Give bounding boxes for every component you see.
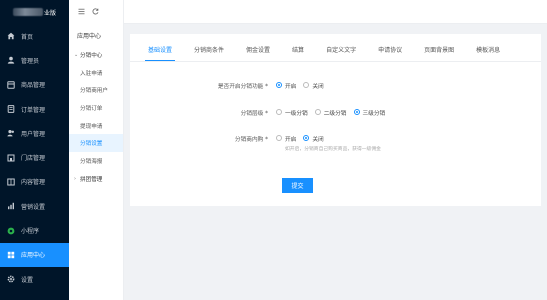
- radio-checked-icon: [353, 109, 360, 115]
- submit-button[interactable]: 提交: [282, 178, 313, 193]
- sub-group-label: 分销中心: [80, 53, 103, 59]
- sub-item-poster[interactable]: 分销海报: [69, 152, 123, 170]
- form-row-enable: 是否开启分销功能 * 开启 关闭: [130, 80, 541, 90]
- sidebar-item-label: 首页: [21, 33, 34, 41]
- home-icon: [6, 32, 15, 41]
- tab-divider: [130, 61, 541, 62]
- top-header: [124, 0, 547, 24]
- radio-level-1[interactable]: 一级分销: [276, 108, 308, 117]
- tab-settlement[interactable]: 结算: [292, 44, 304, 61]
- app-center-icon: [6, 250, 15, 259]
- sidebar-item-users[interactable]: 用户管理: [0, 121, 69, 145]
- sidebar-item-home[interactable]: 首页: [0, 24, 69, 48]
- sidebar-item-label: 订单管理: [21, 106, 46, 114]
- radio-checked-icon: [276, 82, 282, 88]
- sidebar-item-miniapp[interactable]: 小程序: [0, 218, 69, 242]
- sidebar-item-label: 小程序: [21, 228, 40, 236]
- sidebar-item-label: 设置: [21, 276, 34, 284]
- radio-enable-off[interactable]: 关闭: [303, 81, 324, 90]
- sidebar-item-label: 应用中心: [21, 252, 46, 260]
- miniapp-icon: [6, 226, 15, 235]
- form-row-self-buy: 分销商内购 * 开启 关闭: [130, 133, 541, 143]
- users-icon: [6, 129, 15, 138]
- radio-enable-on[interactable]: 开启: [276, 81, 296, 90]
- sidebar-item-stores[interactable]: 门店管理: [0, 145, 69, 169]
- user-admin-icon: [6, 56, 15, 65]
- content-icon: [6, 177, 15, 186]
- sidebar-item-label: 商品管理: [21, 82, 46, 90]
- tab-commission[interactable]: 佣金设置: [246, 44, 270, 61]
- settings-icon: [6, 275, 15, 284]
- marketing-icon: [6, 202, 15, 211]
- radio-unchecked-icon: [314, 109, 321, 115]
- sidebar-item-content[interactable]: 内容管理: [0, 170, 69, 194]
- brand-logo: [12, 8, 43, 16]
- tab-bar: 基础设置 分销商条件 佣金设置 结算 自定义文字 申请协议 页面背景图 模板消息: [144, 44, 522, 61]
- radio-self-buy-on[interactable]: 开启: [276, 134, 296, 143]
- sub-group-bargain[interactable]: › 拼团管理: [69, 170, 123, 188]
- tab-background[interactable]: 页面背景图: [424, 44, 454, 61]
- sub-item-withdrawals[interactable]: 提现申请: [69, 117, 123, 135]
- radio-unchecked-icon: [276, 135, 282, 141]
- sidebar-item-settings[interactable]: 设置: [0, 267, 69, 291]
- refresh-icon[interactable]: [92, 7, 99, 17]
- goods-icon: [6, 80, 15, 89]
- field-label: 分销商内购 *: [234, 136, 268, 143]
- radio-level-2[interactable]: 二级分销: [314, 108, 347, 117]
- menu-toggle-icon[interactable]: [78, 8, 85, 17]
- sub-item-distributors[interactable]: 分销商用户: [69, 82, 123, 100]
- tab-basic[interactable]: 基础设置: [144, 44, 176, 61]
- sub-group-label: 拼团管理: [80, 176, 103, 183]
- tab-conditions[interactable]: 分销商条件: [194, 44, 224, 61]
- sub-item-apply[interactable]: 入驻申请: [69, 64, 123, 82]
- brand: 业版: [0, 0, 69, 24]
- sub-group-distribution[interactable]: ⌄ 分销中心: [69, 46, 123, 64]
- sidebar-item-label: 内容管理: [21, 179, 46, 187]
- field-label: 是否开启分销功能 *: [217, 83, 268, 90]
- radio-unchecked-icon: [276, 109, 282, 115]
- tab-template-msg[interactable]: 模板消息: [476, 44, 500, 61]
- sidebar-item-admin[interactable]: 管理员: [0, 48, 69, 72]
- sub-item-settings[interactable]: 分销设置: [69, 134, 123, 152]
- main-sidebar: 业版 首页 管理员 商品管理 订单管理 用户管理 门店管理 内容管理 营销设置 …: [0, 0, 69, 300]
- sidebar-item-label: 用户管理: [21, 130, 46, 138]
- sidebar-item-marketing[interactable]: 营销设置: [0, 194, 69, 218]
- radio-unchecked-icon: [303, 82, 310, 88]
- radio-level-3[interactable]: 三级分销: [353, 108, 385, 117]
- store-icon: [6, 153, 15, 162]
- sidebar-item-label: 管理员: [21, 57, 40, 65]
- sidebar-item-label: 营销设置: [21, 203, 46, 211]
- sub-sidebar: 应用中心 ⌄ 分销中心 入驻申请 分销商用户 分销订单 提现申请 分销设置 分销…: [69, 0, 124, 300]
- sub-sidebar-toolbar: [69, 0, 123, 24]
- brand-suffix: 业版: [43, 9, 56, 17]
- tab-agreement[interactable]: 申请协议: [378, 44, 402, 61]
- radio-checked-icon: [303, 135, 310, 141]
- field-label: 分销层级 *: [240, 110, 268, 117]
- self-buy-hint: 如开启，分销商自己购买商品，获得一级佣金: [285, 147, 381, 152]
- form-row-level: 分销层级 * 一级分销 二级分销 三级分销: [130, 107, 541, 117]
- order-icon: [6, 105, 15, 114]
- sidebar-item-orders[interactable]: 订单管理: [0, 97, 69, 121]
- sidebar-item-goods[interactable]: 商品管理: [0, 73, 69, 97]
- tab-custom-text[interactable]: 自定义文字: [326, 44, 356, 61]
- sub-sidebar-title: 应用中心: [77, 32, 102, 40]
- radio-self-buy-off[interactable]: 关闭: [303, 134, 324, 143]
- settings-card: 基础设置 分销商条件 佣金设置 结算 自定义文字 申请协议 页面背景图 模板消息…: [130, 34, 541, 206]
- sidebar-item-app-center[interactable]: 应用中心: [0, 242, 69, 267]
- sidebar-item-label: 门店管理: [21, 155, 46, 163]
- sub-item-orders[interactable]: 分销订单: [69, 99, 123, 117]
